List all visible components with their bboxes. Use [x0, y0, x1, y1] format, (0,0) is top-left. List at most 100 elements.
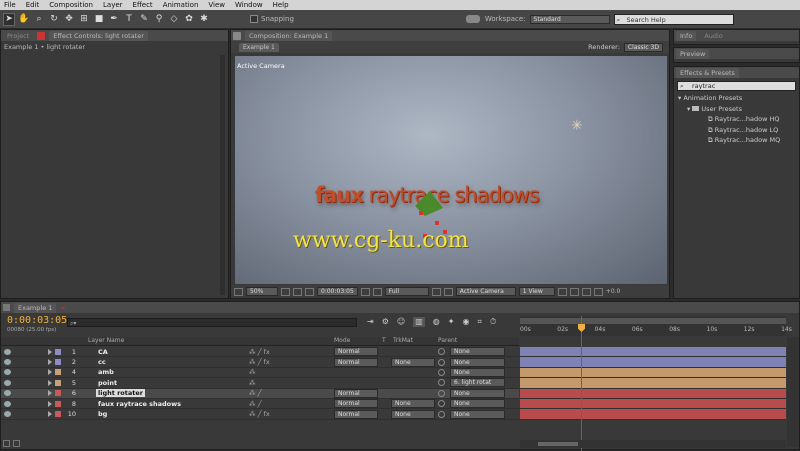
fast-previews-icon[interactable] [569, 287, 579, 296]
renderer-button[interactable]: Classic 3D [623, 42, 663, 52]
playhead-line[interactable] [581, 316, 582, 451]
expand-modes-icon[interactable] [13, 440, 20, 447]
left-panel-scrollbar[interactable] [220, 55, 225, 295]
timeline-scrollbar[interactable] [787, 337, 799, 447]
tab-audio[interactable]: Audio [700, 31, 726, 41]
current-time-display[interactable]: 0:00:03:05 [317, 287, 358, 296]
menu-animation[interactable]: Animation [163, 1, 199, 9]
rotate-tool-icon[interactable]: ↻ [48, 13, 60, 26]
menu-composition[interactable]: Composition [49, 1, 93, 9]
light-star-icon: ✳ [571, 118, 583, 134]
timeline-icon[interactable] [581, 287, 591, 296]
comp-mini-flowchart-icon[interactable]: ⇥ [367, 317, 374, 327]
comp-lock-icon[interactable] [233, 31, 241, 40]
layer-duration-bar[interactable] [520, 378, 786, 389]
brush-tool-icon[interactable]: ✎ [138, 13, 150, 26]
safe-zones-icon[interactable] [281, 287, 290, 296]
tab-composition[interactable]: Composition: Example 1 [245, 30, 333, 41]
time-ruler[interactable]: 00s 02s 04s 06s 08s 10s 12s 14s [520, 316, 792, 336]
camera-snapshot-icon[interactable] [360, 287, 370, 296]
toggle-pixel-aspect-icon[interactable] [557, 287, 567, 296]
eraser-tool-icon[interactable]: ◇ [168, 13, 180, 26]
clone-tool-icon[interactable]: ⚲ [153, 13, 165, 26]
rectangle-tool-icon[interactable]: ■ [93, 13, 105, 26]
timeline-timecode[interactable]: 0:00:03:05 [7, 315, 67, 326]
stopwatch-icon[interactable]: ⏱ [490, 317, 496, 327]
selection-tool-icon[interactable]: ➤ [3, 12, 15, 26]
col-trkmat[interactable]: TrkMat [393, 337, 413, 344]
search-help-input[interactable]: ⌕ Search Help [613, 13, 734, 25]
comp-viewer[interactable]: Active Camera ✳ faux raytrace shadows ww… [235, 56, 667, 284]
timeline-panel: Example 1 × 0:00:03:05 00080 (25.00 fps)… [0, 301, 800, 451]
region-of-interest-icon[interactable] [431, 287, 441, 296]
exposure-value[interactable]: +0.0 [606, 288, 621, 295]
col-t[interactable]: T [382, 337, 386, 344]
render-queue-icon[interactable] [3, 304, 10, 311]
tab-preview[interactable]: Preview [676, 48, 710, 59]
camera-view-select[interactable]: Active Camera [455, 287, 516, 296]
comp-subtab[interactable]: Example 1 [239, 42, 279, 52]
timeline-zoom-slider[interactable] [520, 440, 786, 448]
roto-tool-icon[interactable]: ✿ [183, 13, 195, 26]
tree-item-preset-mq[interactable]: ⧉ Raytrac...hadow MQ [678, 135, 799, 146]
snapping-checkbox[interactable] [250, 15, 258, 23]
motion-blur-icon[interactable]: ◍ [433, 317, 440, 327]
timeline-search-input[interactable]: ⌕▾ [67, 318, 357, 327]
shy-layers-icon[interactable]: ☺ [397, 317, 405, 327]
zoom-tool-icon[interactable]: ⌕ [33, 13, 45, 26]
menu-file[interactable]: File [4, 1, 16, 9]
layer-duration-bar[interactable] [520, 388, 786, 399]
puppet-tool-icon[interactable]: ✱ [198, 13, 210, 26]
tab-timeline-comp[interactable]: Example 1 [14, 302, 57, 313]
view-layout-select[interactable]: 1 View [518, 287, 555, 296]
layer-duration-bar[interactable] [520, 347, 786, 358]
resolution-select[interactable]: Full [384, 287, 429, 296]
show-channel-icon[interactable] [372, 287, 382, 296]
auto-keyframe-icon[interactable]: ◉ [462, 317, 469, 327]
zoom-select[interactable]: 50% [246, 287, 278, 296]
menu-window[interactable]: Window [235, 1, 263, 9]
tab-effects-presets[interactable]: Effects & Presets [676, 67, 739, 78]
frame-blending-icon[interactable]: ▥ [413, 317, 425, 327]
col-parent[interactable]: Parent [438, 337, 457, 344]
snapshot-icon[interactable] [305, 287, 314, 296]
menu-layer[interactable]: Layer [103, 1, 123, 9]
grid-icon[interactable] [293, 287, 302, 296]
tree-item-preset-hq[interactable]: ⧉ Raytrac...hadow HQ [678, 114, 799, 125]
tab-info[interactable]: Info [676, 30, 697, 41]
brainstorm-icon[interactable]: ✦ [448, 317, 455, 327]
hand-tool-icon[interactable]: ✋ [18, 13, 30, 26]
zoom-slider-track[interactable] [538, 442, 578, 446]
tree-item-user-presets[interactable]: ▾ User Presets [678, 104, 799, 115]
lock-icon[interactable] [37, 31, 46, 40]
workspace-select[interactable]: Standard [529, 14, 610, 24]
workspace-toggle-icon[interactable] [465, 15, 480, 23]
type-tool-icon[interactable]: T [123, 13, 135, 26]
effects-search-input[interactable]: ⌕ raytrac [677, 81, 796, 91]
graph-editor-icon[interactable]: ⌗ [477, 317, 482, 327]
layer-duration-bar[interactable] [520, 409, 786, 420]
layer-duration-bar[interactable] [520, 399, 786, 410]
work-area-bar[interactable] [520, 318, 786, 324]
tab-project[interactable]: Project [3, 31, 33, 41]
transparency-grid-icon[interactable] [443, 287, 453, 296]
tree-item-animation-presets[interactable]: ▾ Animation Presets [678, 93, 799, 104]
menu-help[interactable]: Help [273, 1, 289, 9]
layer-duration-bar[interactable] [520, 367, 786, 379]
comp-flowchart-icon[interactable] [593, 287, 603, 296]
tab-effect-controls[interactable]: Effect Controls: light rotater [49, 30, 148, 41]
col-layer-name[interactable]: Layer Name [88, 337, 124, 344]
menu-view[interactable]: View [208, 1, 225, 9]
pan-behind-tool-icon[interactable]: ⊞ [78, 13, 90, 26]
menu-effect[interactable]: Effect [133, 1, 153, 9]
tree-item-preset-lq[interactable]: ⧉ Raytrac...hadow LQ [678, 125, 799, 136]
close-tab-icon[interactable]: × [60, 304, 65, 312]
always-preview-icon[interactable] [234, 287, 243, 296]
layer-duration-bar[interactable] [520, 357, 786, 368]
menu-edit[interactable]: Edit [26, 1, 40, 9]
expand-switches-icon[interactable] [3, 440, 10, 447]
pen-tool-icon[interactable]: ✒ [108, 13, 120, 26]
camera-tool-icon[interactable]: ✥ [63, 13, 75, 26]
col-mode[interactable]: Mode [334, 337, 350, 344]
draft-3d-icon[interactable]: ⚙ [382, 317, 389, 327]
